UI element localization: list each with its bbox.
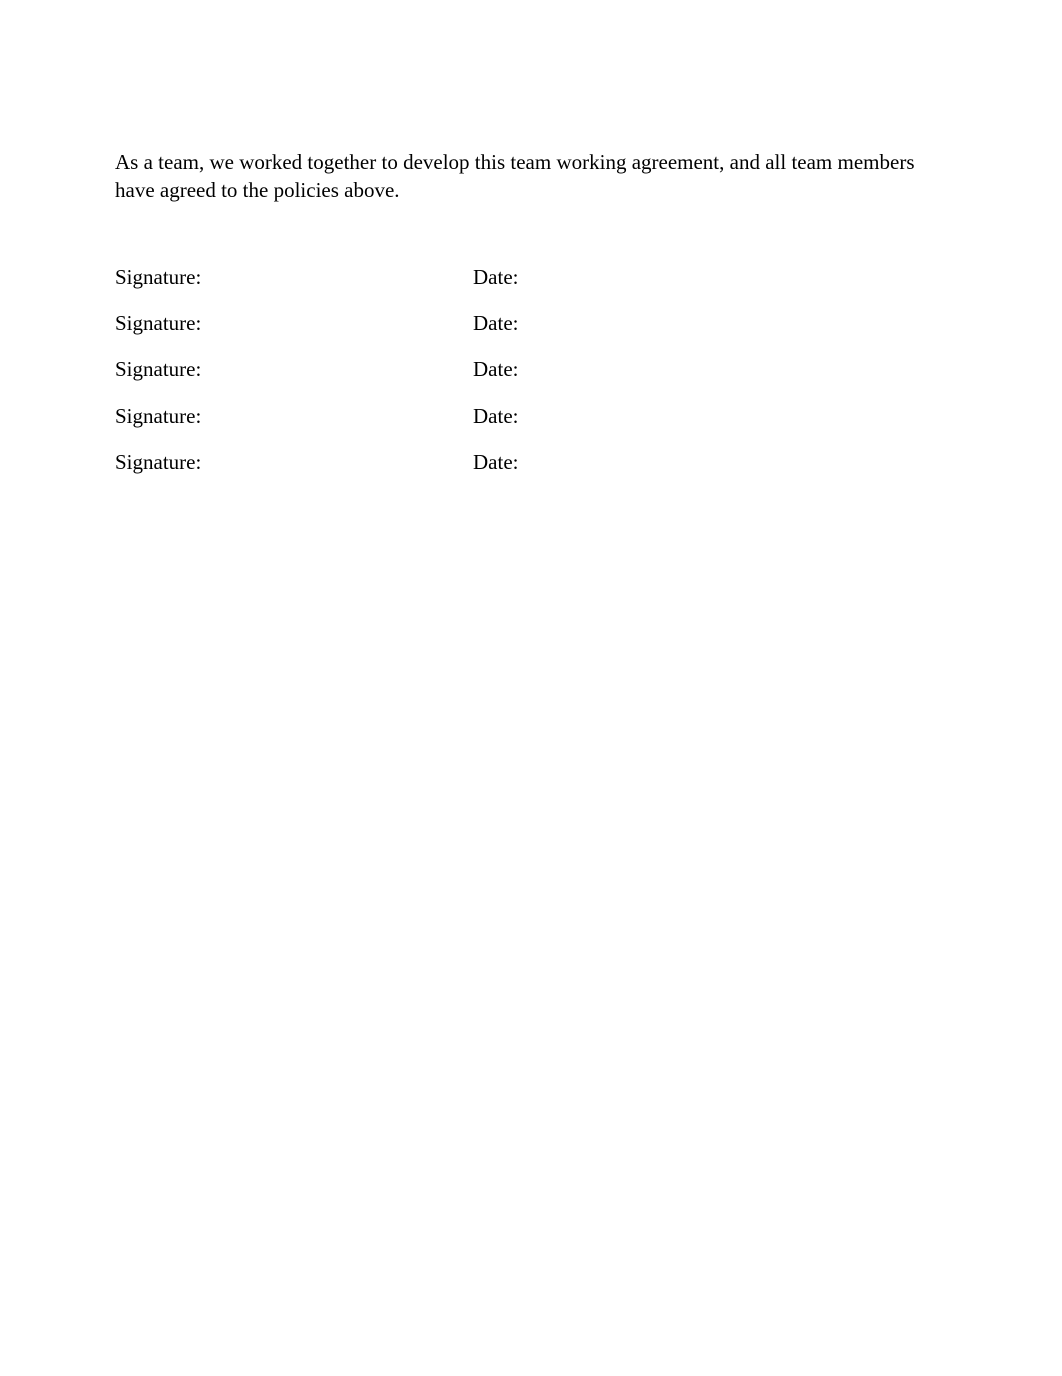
signature-label: Signature:	[115, 402, 473, 430]
signature-label: Signature:	[115, 309, 473, 337]
signature-row: Signature: Date:	[115, 355, 947, 383]
signature-label: Signature:	[115, 448, 473, 476]
date-label: Date:	[473, 355, 518, 383]
date-label: Date:	[473, 402, 518, 430]
signature-row: Signature: Date:	[115, 448, 947, 476]
signature-row: Signature: Date:	[115, 309, 947, 337]
signature-label: Signature:	[115, 355, 473, 383]
signature-label: Signature:	[115, 263, 473, 291]
date-label: Date:	[473, 263, 518, 291]
signature-row: Signature: Date:	[115, 402, 947, 430]
date-label: Date:	[473, 309, 518, 337]
date-label: Date:	[473, 448, 518, 476]
signature-row: Signature: Date:	[115, 263, 947, 291]
agreement-intro-text: As a team, we worked together to develop…	[115, 148, 947, 205]
signature-block: Signature: Date: Signature: Date: Signat…	[115, 263, 947, 477]
